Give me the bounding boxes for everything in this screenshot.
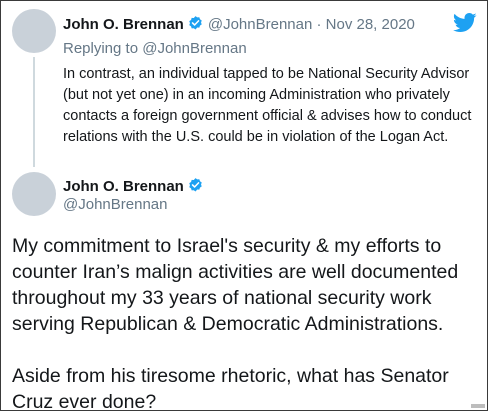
thread-connector-line <box>33 57 35 167</box>
replying-to-label[interactable]: Replying to @JohnBrennan <box>63 39 247 58</box>
author-handle[interactable]: @JohnBrennan <box>208 16 312 33</box>
resize-handle <box>471 404 485 408</box>
main-tweet-text: My commitment to Israel's security & my … <box>12 233 482 411</box>
reply-tweet-text: In contrast, an individual tapped to be … <box>63 66 472 145</box>
tweet-paragraph-1: My commitment to Israel's security & my … <box>12 235 459 335</box>
avatar[interactable] <box>12 172 56 216</box>
reply-tweet-header: John O. Brennan @JohnBrennan · Nov 28, 20… <box>63 15 415 37</box>
verified-badge-icon <box>187 177 204 199</box>
separator-dot: · <box>316 16 322 33</box>
author-handle[interactable]: @JohnBrennan <box>63 195 167 214</box>
tweet-paragraph-2: Aside from his tiresome rhetoric, what h… <box>12 365 449 411</box>
twitter-bird-icon[interactable] <box>453 13 477 38</box>
author-name[interactable]: John O. Brennan <box>63 178 184 195</box>
author-name[interactable]: John O. Brennan <box>63 16 184 33</box>
tweet-thread-card: John O. Brennan @JohnBrennan · Nov 28, 20… <box>0 0 488 411</box>
verified-badge-icon <box>187 15 204 37</box>
tweet-date[interactable]: Nov 28, 2020 <box>326 16 415 33</box>
avatar[interactable] <box>12 9 56 53</box>
